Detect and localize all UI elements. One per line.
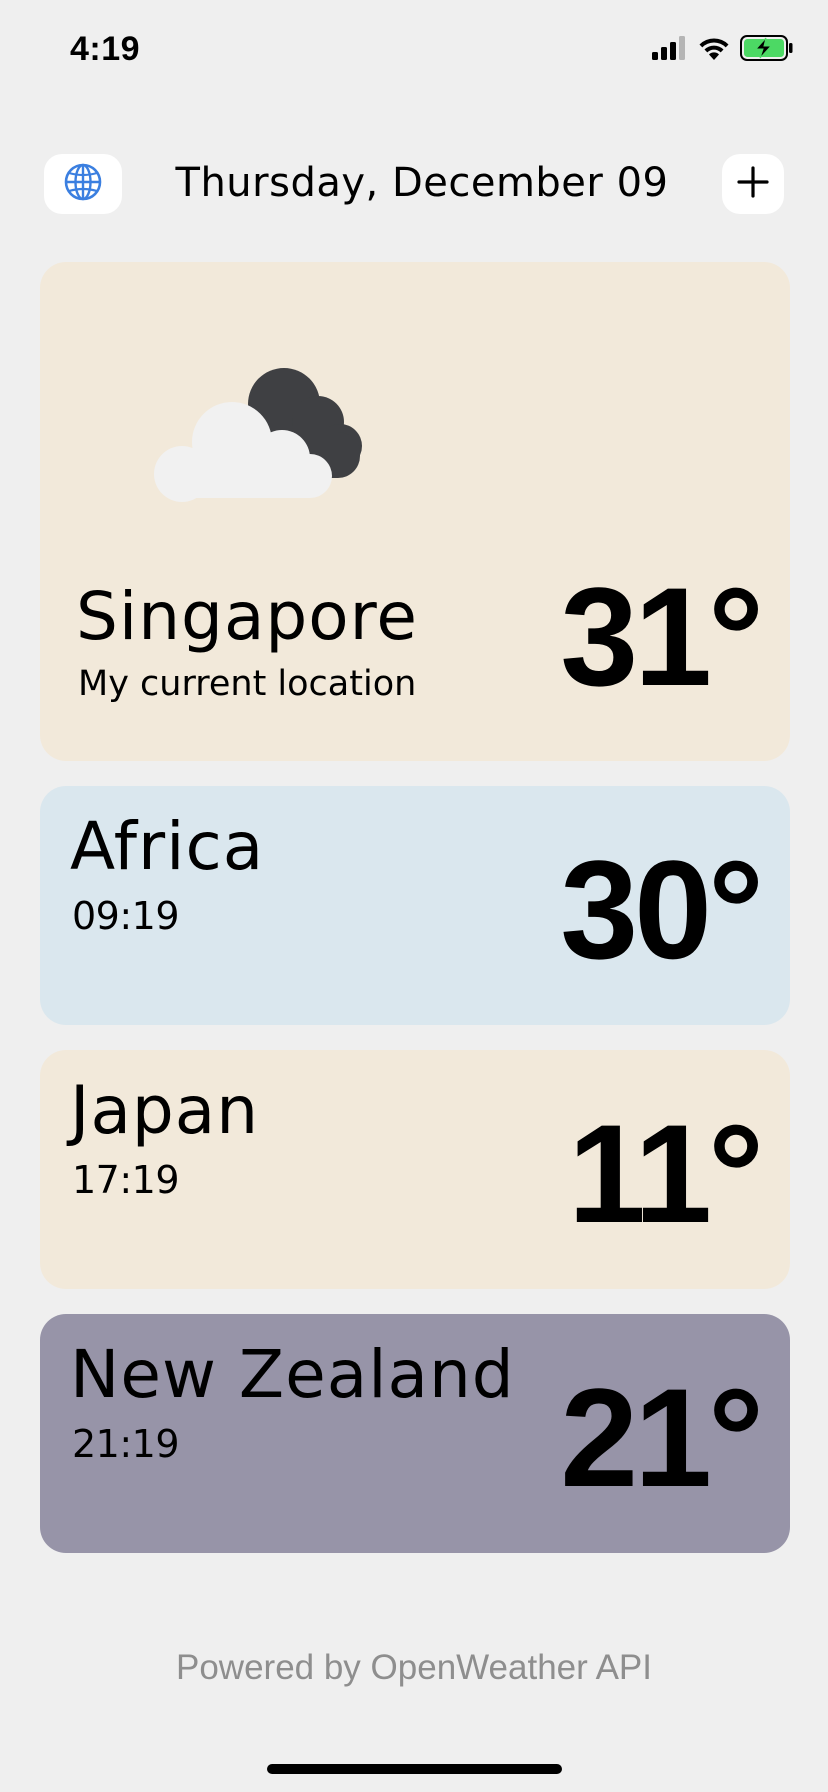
location-local-time: 21:19 [72,1422,180,1466]
plus-icon [737,165,769,203]
powered-by-footer: Powered by OpenWeather API [175,1648,653,1687]
status-bar: 4:19 [0,0,828,100]
partly-cloudy-night-icon [120,342,380,502]
location-local-time: 09:19 [72,894,180,938]
location-card-japan[interactable]: Japan 17:19 11° [40,1050,790,1289]
signal-icon [652,35,688,65]
status-icons [652,34,794,66]
location-temperature: 30° [560,831,764,988]
current-city-name: Singapore [76,578,418,655]
location-card-africa[interactable]: Africa 09:19 30° [40,786,790,1025]
battery-charging-icon [740,34,794,66]
location-city-name: Africa [70,808,265,885]
current-location-subtitle: My current location [78,664,417,704]
home-indicator[interactable] [267,1764,562,1774]
date-title: Thursday, December 09 [175,160,669,206]
header: Thursday, December 09 [0,150,828,220]
globe-button[interactable] [44,154,122,214]
add-location-button[interactable] [722,154,784,214]
current-temperature: 31° [560,558,764,715]
location-local-time: 17:19 [72,1158,180,1202]
location-temperature: 11° [568,1095,764,1252]
location-card-new-zealand[interactable]: New Zealand 21:19 21° [40,1314,790,1553]
location-temperature: 21° [560,1359,764,1516]
globe-icon [63,162,103,207]
location-city-name: New Zealand [70,1336,515,1413]
status-time: 4:19 [70,30,141,68]
current-location-card[interactable]: Singapore My current location 31° [40,262,790,761]
location-city-name: Japan [70,1072,260,1149]
wifi-icon [698,36,730,65]
